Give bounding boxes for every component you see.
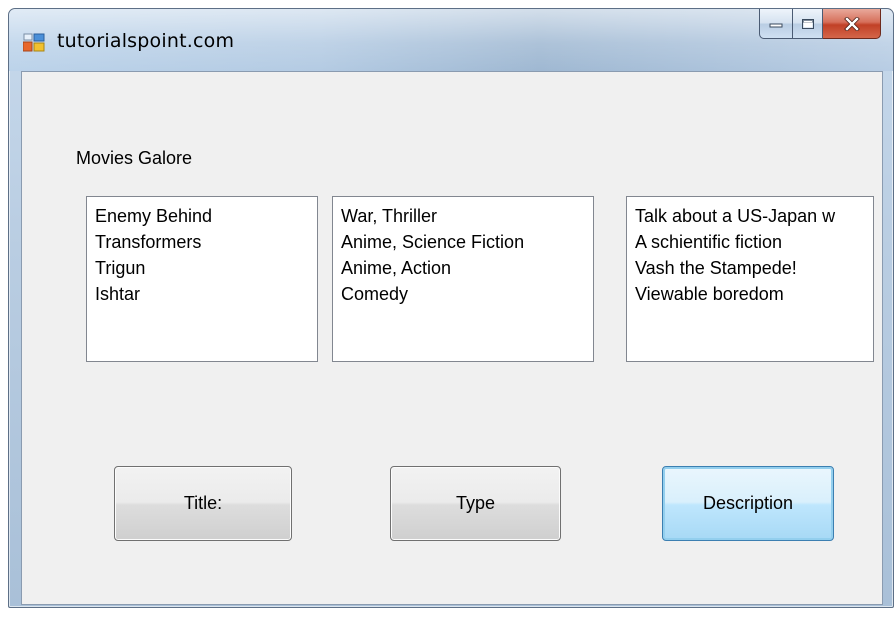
app-window: tutorialspoint.com Movies Galore Enemy B…	[8, 8, 894, 608]
list-item[interactable]: Anime, Action	[341, 255, 593, 281]
list-item[interactable]: Viewable boredom	[635, 281, 873, 307]
descriptions-listbox[interactable]: Talk about a US-Japan w A schientific fi…	[626, 196, 874, 362]
list-item[interactable]: Vash the Stampede!	[635, 255, 873, 281]
minimize-button[interactable]	[759, 9, 793, 39]
list-item[interactable]: Comedy	[341, 281, 593, 307]
title-bar[interactable]: tutorialspoint.com	[9, 9, 893, 71]
list-item[interactable]: Talk about a US-Japan w	[635, 203, 873, 229]
window-title: tutorialspoint.com	[57, 30, 235, 52]
list-item[interactable]: Transformers	[95, 229, 317, 255]
heading-label: Movies Galore	[76, 148, 193, 168]
description-button[interactable]: Description	[662, 466, 834, 541]
caption-buttons	[759, 9, 881, 41]
form-app-icon	[23, 33, 45, 52]
close-button[interactable]	[823, 9, 881, 39]
types-listbox[interactable]: War, Thriller Anime, Science Fiction Ani…	[332, 196, 594, 362]
list-item[interactable]: A schientific fiction	[635, 229, 873, 255]
maximize-icon	[801, 18, 814, 29]
list-item[interactable]: Ishtar	[95, 281, 317, 307]
maximize-button[interactable]	[793, 9, 823, 39]
list-item[interactable]: Enemy Behind	[95, 203, 317, 229]
list-item[interactable]: Anime, Science Fiction	[341, 229, 593, 255]
form-client-area: Movies Galore Enemy Behind Transformers …	[21, 71, 883, 605]
minimize-icon	[769, 23, 783, 27]
list-item[interactable]: War, Thriller	[341, 203, 593, 229]
titles-listbox[interactable]: Enemy Behind Transformers Trigun Ishtar	[86, 196, 318, 362]
type-button[interactable]: Type	[390, 466, 561, 541]
close-icon	[843, 16, 860, 31]
title-button[interactable]: Title:	[114, 466, 292, 541]
list-item[interactable]: Trigun	[95, 255, 317, 281]
